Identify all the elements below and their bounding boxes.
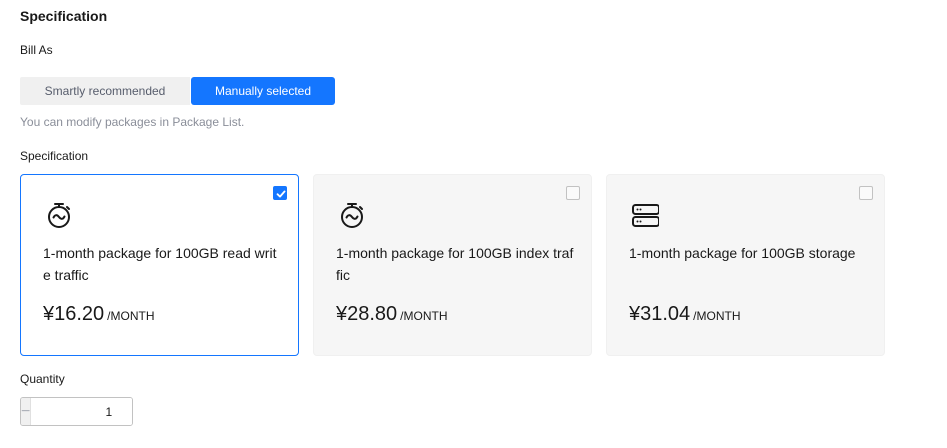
specification-panel: Specification Bill As Smartly recommende… <box>0 0 947 448</box>
package-card-read-write[interactable]: 1-month package for 100GB read write tra… <box>20 174 299 356</box>
quantity-label: Quantity <box>20 372 65 386</box>
price-unit: /MONTH <box>107 309 155 323</box>
package-card-index[interactable]: 1-month package for 100GB index traffic … <box>313 174 592 356</box>
package-checkbox[interactable] <box>273 186 287 200</box>
stopwatch-icon <box>45 201 73 229</box>
smartly-recommended-button[interactable]: Smartly recommended <box>20 77 190 105</box>
package-checkbox[interactable] <box>566 186 580 200</box>
bill-as-toggle: Smartly recommended Manually selected <box>20 77 335 105</box>
package-price: ¥31.04/MONTH <box>629 303 741 326</box>
quantity-stepper: − + <box>20 397 133 426</box>
price-unit: /MONTH <box>400 309 448 323</box>
price-value: ¥16.20 <box>43 303 105 325</box>
section-title: Specification <box>20 8 108 24</box>
price-value: ¥31.04 <box>629 303 691 325</box>
package-description: 1-month package for 100GB read write tra… <box>43 245 277 283</box>
package-card-storage[interactable]: 1-month package for 100GB storage ¥31.04… <box>606 174 885 356</box>
decrement-button[interactable]: − <box>21 398 32 425</box>
stopwatch-icon <box>338 201 366 229</box>
price-value: ¥28.80 <box>336 303 398 325</box>
manually-selected-button[interactable]: Manually selected <box>191 77 335 105</box>
package-price: ¥28.80/MONTH <box>336 303 448 326</box>
package-checkbox[interactable] <box>859 186 873 200</box>
storage-server-icon <box>631 201 660 229</box>
package-list-hint: You can modify packages in Package List. <box>20 115 245 129</box>
package-description: 1-month package for 100GB storage <box>629 245 856 261</box>
package-price: ¥16.20/MONTH <box>43 303 155 326</box>
specification-label: Specification <box>20 149 89 163</box>
quantity-input[interactable] <box>31 398 132 425</box>
price-unit: /MONTH <box>693 309 741 323</box>
package-description: 1-month package for 100GB index traffic <box>336 245 574 283</box>
bill-as-label: Bill As <box>20 43 53 57</box>
